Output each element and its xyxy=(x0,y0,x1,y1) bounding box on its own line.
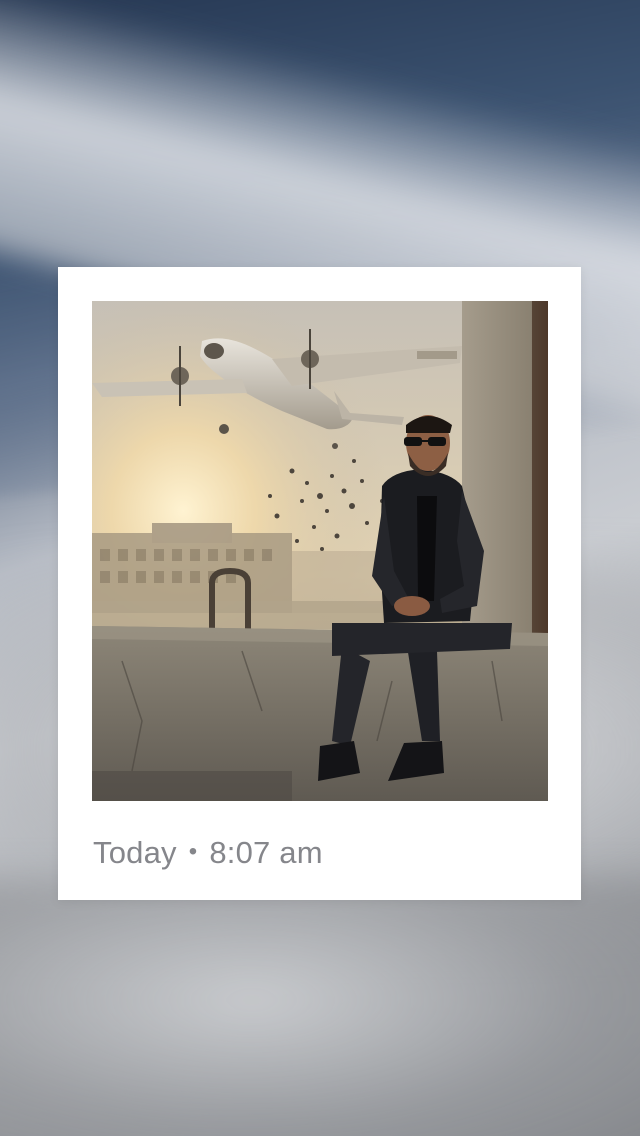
memory-photo[interactable] xyxy=(92,301,548,801)
photo-illustration xyxy=(92,301,548,801)
memory-polaroid-card[interactable]: Today • 8:07 am xyxy=(58,267,581,900)
blurred-cloud-low xyxy=(0,880,640,1136)
time-label: 8:07 am xyxy=(209,835,323,870)
day-label: Today xyxy=(93,835,177,870)
memory-date-caption: Today • 8:07 am xyxy=(93,833,323,873)
memory-screen: Today • 8:07 am xyxy=(0,0,640,1136)
separator-dot: • xyxy=(188,838,198,865)
